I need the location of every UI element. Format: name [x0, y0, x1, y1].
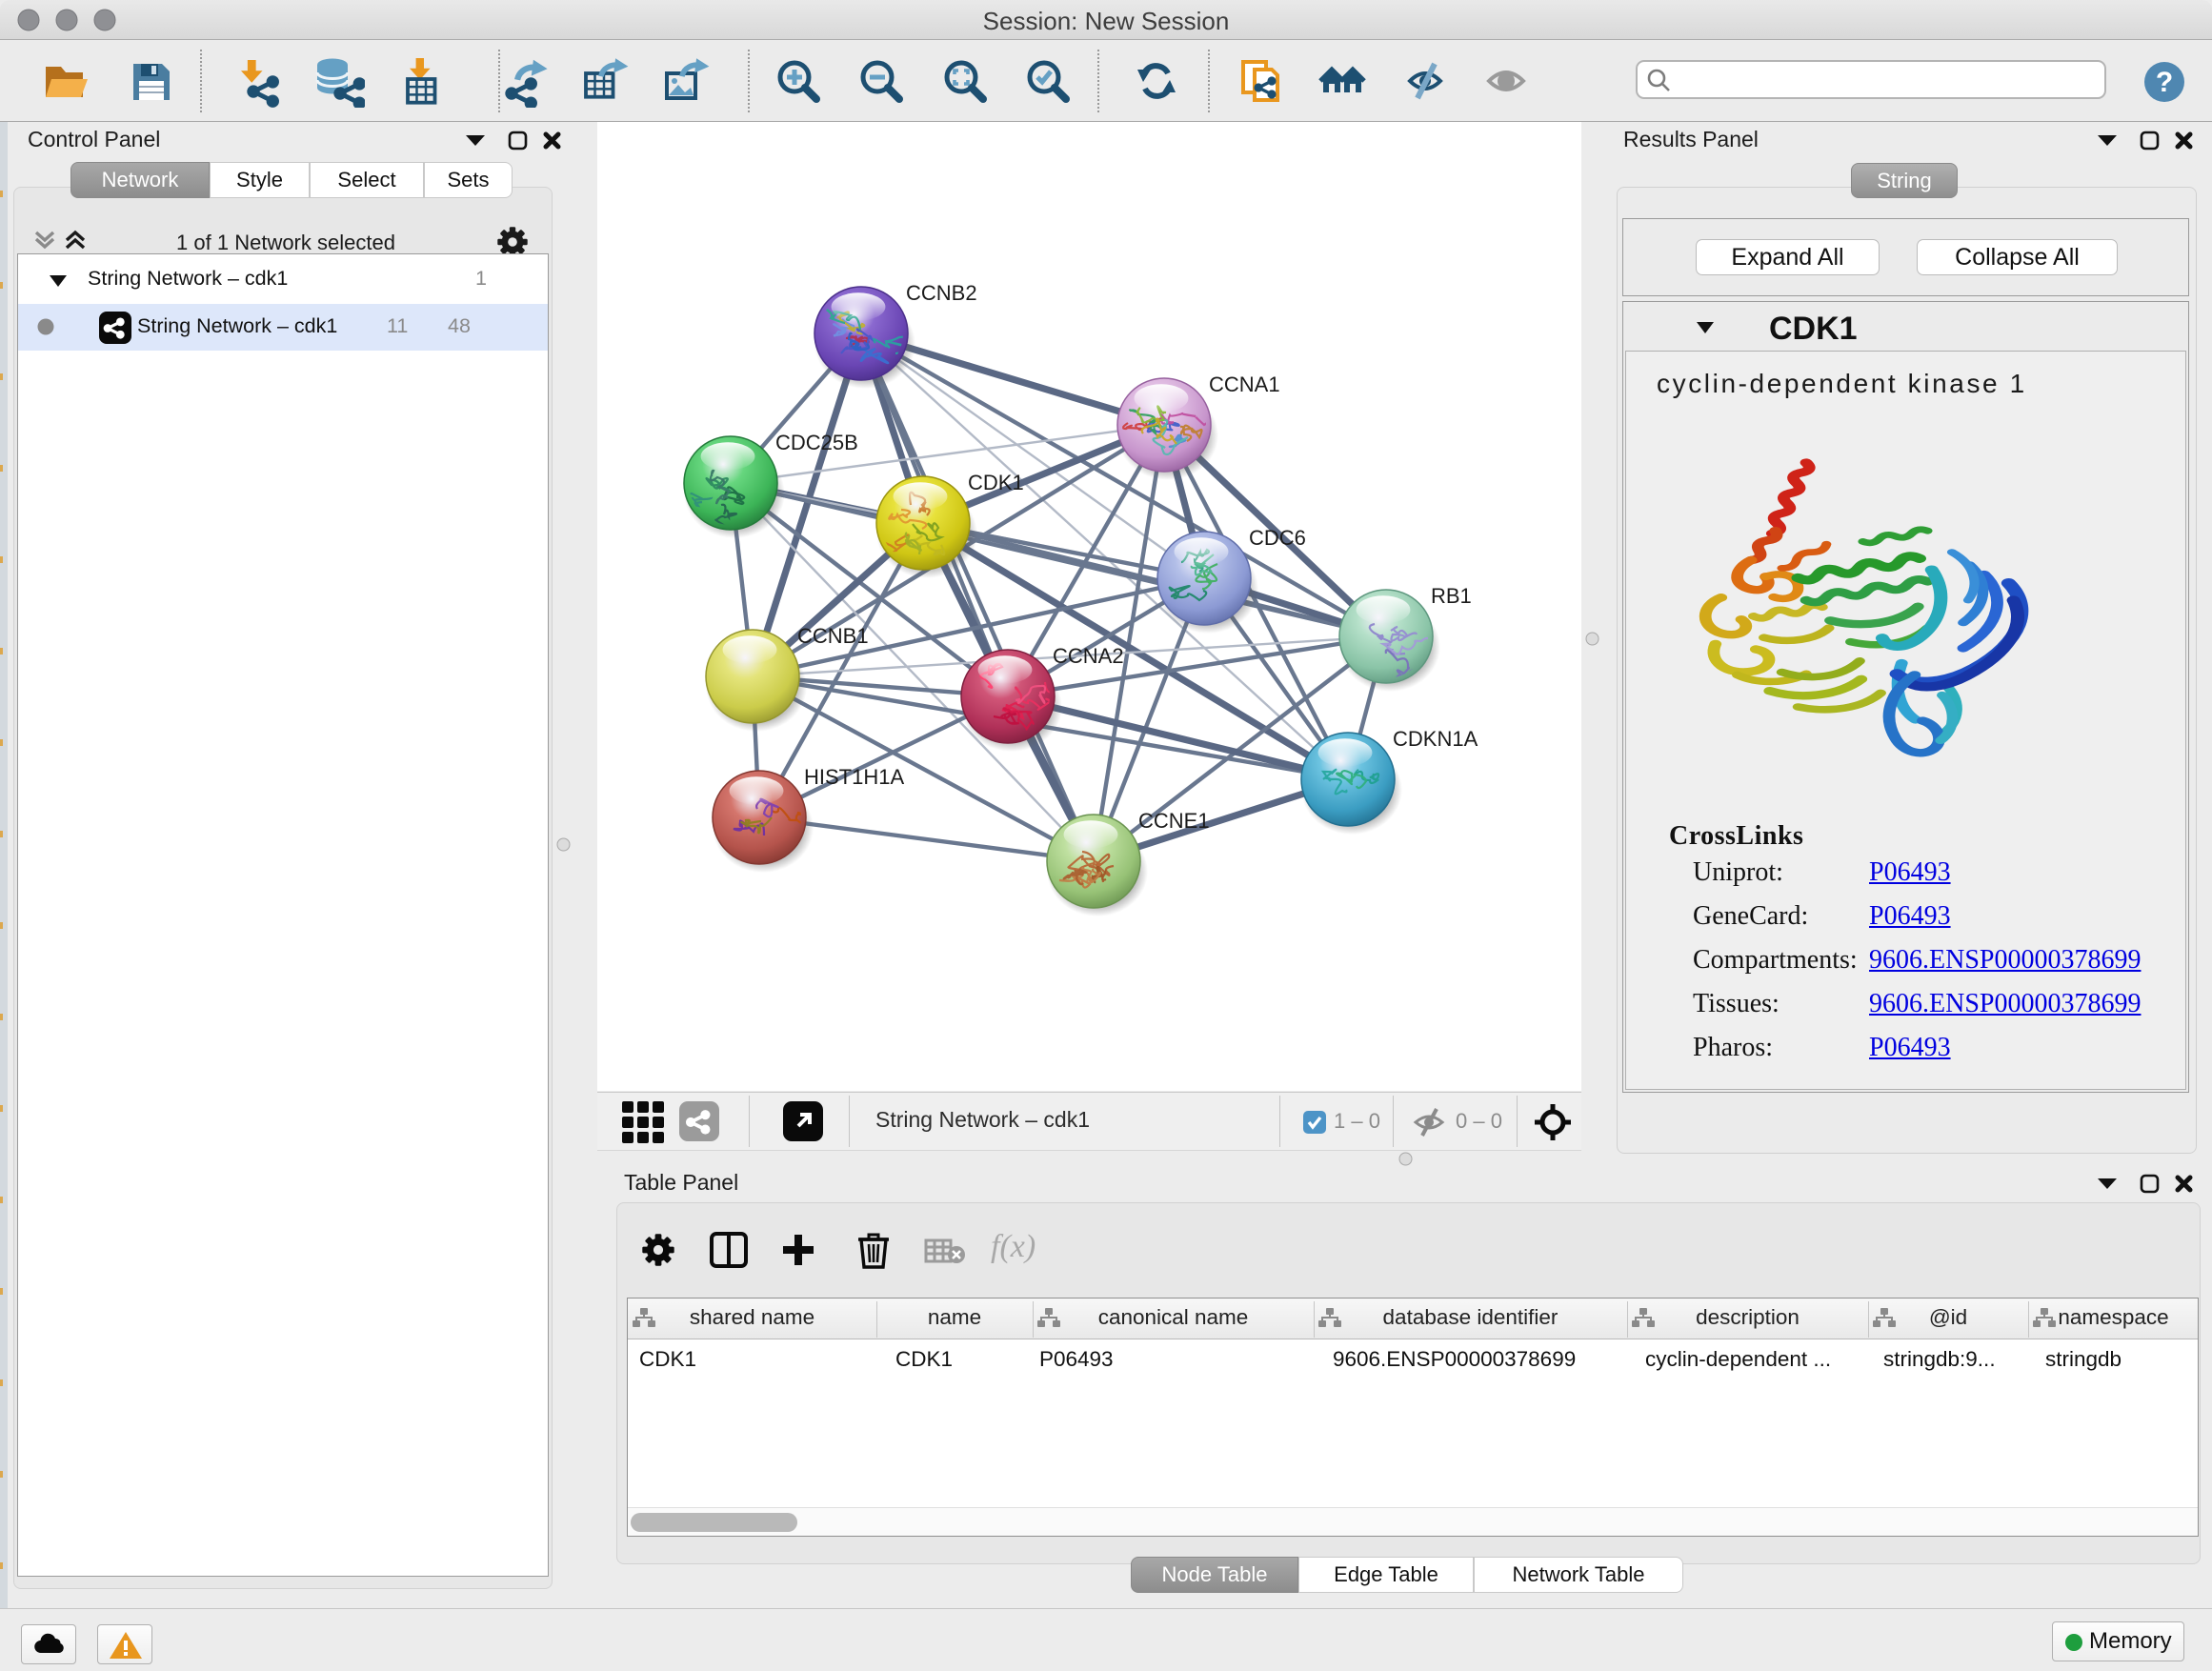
svg-text:CCNA1: CCNA1 [1209, 372, 1280, 396]
svg-text:CCNB1: CCNB1 [797, 624, 869, 648]
svg-text:CDC6: CDC6 [1249, 526, 1306, 550]
svg-text:CCNA2: CCNA2 [1053, 644, 1124, 668]
svg-text:CDC25B: CDC25B [775, 431, 858, 454]
svg-text:CCNB2: CCNB2 [906, 281, 977, 305]
svg-text:RB1: RB1 [1431, 584, 1472, 608]
svg-text:CDKN1A: CDKN1A [1393, 727, 1478, 751]
svg-text:CCNE1: CCNE1 [1138, 809, 1210, 833]
svg-text:HIST1H1A: HIST1H1A [804, 765, 904, 789]
svg-text:CDK1: CDK1 [968, 471, 1024, 494]
svg-text:?: ? [2156, 67, 2173, 98]
